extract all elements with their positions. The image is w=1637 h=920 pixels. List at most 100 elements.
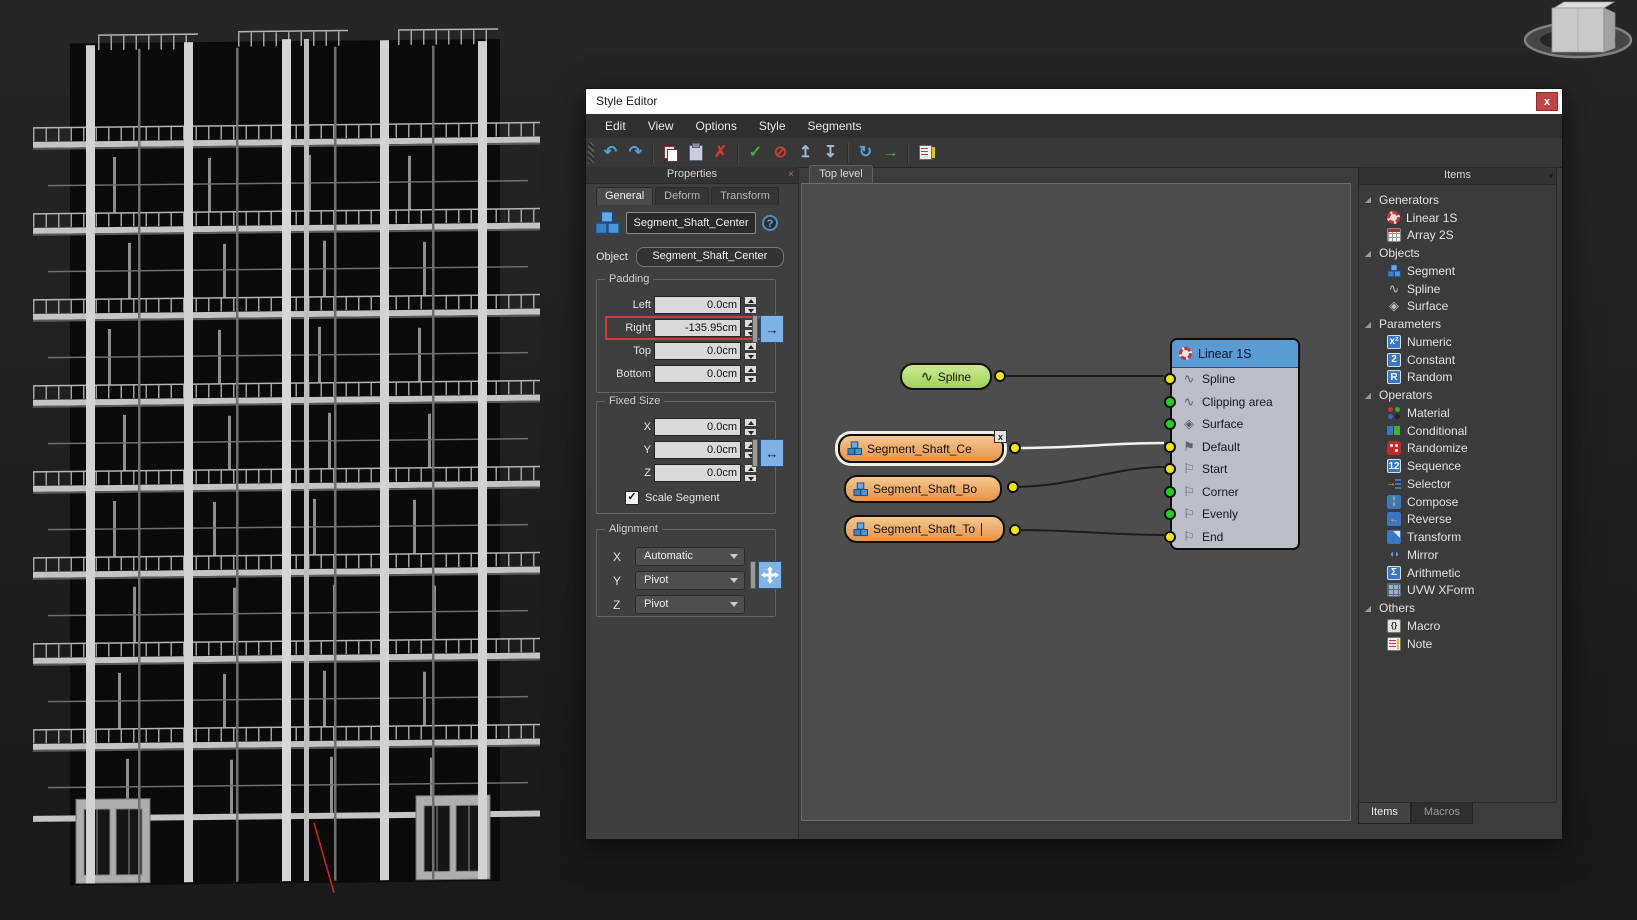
menu-segments[interactable]: Segments xyxy=(797,115,873,138)
tree-item-random[interactable]: RRandom xyxy=(1363,369,1556,387)
window-titlebar[interactable]: Style Editor x xyxy=(586,89,1562,114)
tab-transform[interactable]: Transform xyxy=(711,187,779,205)
node-segment-shaft-bottom[interactable]: Segment_Shaft_Bo xyxy=(844,475,1002,503)
segment-center-output-port[interactable] xyxy=(1009,442,1021,454)
tree-item-randomize[interactable]: Randomize xyxy=(1363,440,1556,458)
tree-item-selector[interactable]: Selector xyxy=(1363,475,1556,493)
tree-item-array-2s[interactable]: Array 2S xyxy=(1363,227,1556,245)
sync-button[interactable]: ↻ xyxy=(854,141,877,164)
tree-group-operators[interactable]: ◢Operators xyxy=(1363,386,1556,404)
corner-input-port[interactable] xyxy=(1164,486,1176,498)
node-spline[interactable]: ∿ Spline xyxy=(900,363,992,390)
tab-general[interactable]: General xyxy=(596,187,653,205)
paste-button[interactable] xyxy=(684,141,707,164)
viewcube[interactable] xyxy=(1518,0,1637,72)
spline-output-port[interactable] xyxy=(994,370,1006,382)
align-y-dropdown[interactable]: Pivot xyxy=(635,571,745,590)
canvas-tab-top-level[interactable]: Top level xyxy=(809,165,873,183)
menu-view[interactable]: View xyxy=(637,115,685,138)
linear-1s-header[interactable]: Linear 1S xyxy=(1172,340,1298,368)
clipping-area-input-port[interactable] xyxy=(1164,396,1176,408)
panel-collapse-icon[interactable]: ▾ xyxy=(1548,169,1553,184)
undo-button[interactable]: ↶ xyxy=(599,141,622,164)
tree-item-mirror[interactable]: ◖◗Mirror xyxy=(1363,546,1556,564)
move-bottom-button[interactable]: ↧ xyxy=(819,141,842,164)
node-canvas[interactable]: ∿ Spline Segment_Shaft_Ce x xyxy=(801,183,1351,821)
padding-left-spinner[interactable] xyxy=(744,296,757,314)
tree-item-macro[interactable]: {}Macro xyxy=(1363,617,1556,635)
padding-top-input[interactable]: 0.0cm xyxy=(654,342,741,360)
help-button[interactable]: ? xyxy=(762,215,778,231)
node-close-icon[interactable]: x xyxy=(994,430,1007,443)
size-y-input[interactable]: 0.0cm xyxy=(654,441,741,459)
align-z-dropdown[interactable]: Pivot xyxy=(635,595,745,614)
padding-top-spinner[interactable] xyxy=(744,342,757,360)
properties-header[interactable]: Properties × xyxy=(586,167,798,184)
size-x-spinner[interactable] xyxy=(744,418,757,436)
expand-icon[interactable]: ◢ xyxy=(1363,604,1373,613)
expand-icon[interactable]: ◢ xyxy=(1363,249,1373,258)
items-header[interactable]: Items ▾ xyxy=(1359,168,1556,185)
end-input-port[interactable] xyxy=(1164,531,1176,543)
tree-item-note[interactable]: Note xyxy=(1363,635,1556,653)
tree-item-linear-1s[interactable]: Linear 1S xyxy=(1363,209,1556,227)
tree-group-objects[interactable]: ◢Objects xyxy=(1363,244,1556,262)
export-button[interactable]: → xyxy=(879,141,902,164)
tree-group-parameters[interactable]: ◢Parameters xyxy=(1363,315,1556,333)
node-segment-shaft-center[interactable]: Segment_Shaft_Ce x xyxy=(838,434,1004,463)
tree-item-material[interactable]: Material xyxy=(1363,404,1556,422)
tree-item-constant[interactable]: 2Constant xyxy=(1363,351,1556,369)
tree-item-segment[interactable]: Segment xyxy=(1363,262,1556,280)
menu-edit[interactable]: Edit xyxy=(594,115,637,138)
expand-icon[interactable]: ◢ xyxy=(1363,195,1373,204)
padding-left-input[interactable]: 0.0cm xyxy=(654,296,741,314)
tab-deform[interactable]: Deform xyxy=(655,187,709,205)
redo-button[interactable]: ↷ xyxy=(624,141,647,164)
delete-button[interactable]: ✗ xyxy=(709,141,732,164)
tree-item-spline[interactable]: ∿Spline xyxy=(1363,280,1556,298)
expand-icon[interactable]: ◢ xyxy=(1363,320,1373,329)
object-picker-button[interactable]: Segment_Shaft_Center xyxy=(636,247,784,267)
node-linear-1s[interactable]: Linear 1S ∿ Spline ∿ Clipping area ◈ Sur… xyxy=(1170,338,1300,550)
menu-style[interactable]: Style xyxy=(748,115,797,138)
tree-item-transform[interactable]: Transform xyxy=(1363,528,1556,546)
tab-macros[interactable]: Macros xyxy=(1411,803,1473,824)
tree-item-conditional[interactable]: Conditional xyxy=(1363,422,1556,440)
align-x-dropdown[interactable]: Automatic xyxy=(635,547,745,566)
segment-top-output-port[interactable] xyxy=(1009,524,1021,536)
tree-item-sequence[interactable]: 12Sequence xyxy=(1363,457,1556,475)
padding-bottom-spinner[interactable] xyxy=(744,365,757,383)
fixed-size-mode-button[interactable]: ↔ xyxy=(752,439,784,467)
expand-icon[interactable]: ◢ xyxy=(1363,391,1373,400)
tree-item-surface[interactable]: ◈Surface xyxy=(1363,298,1556,316)
segment-name-input[interactable]: Segment_Shaft_Center xyxy=(626,212,756,234)
tree-item-numeric[interactable]: x²Numeric xyxy=(1363,333,1556,351)
move-top-button[interactable]: ↥ xyxy=(794,141,817,164)
discard-button[interactable]: ⊘ xyxy=(769,141,792,164)
properties-close-icon[interactable]: × xyxy=(788,167,794,182)
evenly-input-port[interactable] xyxy=(1164,508,1176,520)
toolbar-drag-handle[interactable] xyxy=(588,142,594,164)
window-close-button[interactable]: x xyxy=(1536,92,1558,111)
size-z-input[interactable]: 0.0cm xyxy=(654,464,741,482)
commit-button[interactable]: ✓ xyxy=(744,141,767,164)
surface-input-port[interactable] xyxy=(1164,418,1176,430)
segment-bottom-output-port[interactable] xyxy=(1007,481,1019,493)
default-input-port[interactable] xyxy=(1164,441,1176,453)
library-button[interactable] xyxy=(914,141,937,164)
scale-segment-checkbox[interactable]: ✓ xyxy=(625,491,639,505)
copy-button[interactable] xyxy=(659,141,682,164)
padding-mode-button[interactable]: → xyxy=(752,315,784,343)
padding-right-input[interactable]: -135.95cm xyxy=(654,319,741,337)
spline-input-port[interactable] xyxy=(1164,373,1176,385)
menu-options[interactable]: Options xyxy=(684,115,747,138)
tree-item-compose[interactable]: ¦Compose xyxy=(1363,493,1556,511)
tree-group-generators[interactable]: ◢Generators xyxy=(1363,191,1556,209)
size-x-input[interactable]: 0.0cm xyxy=(654,418,741,436)
node-segment-shaft-top[interactable]: Segment_Shaft_To xyxy=(844,515,1005,543)
tree-item-uvw-xform[interactable]: UVW XForm xyxy=(1363,582,1556,600)
start-input-port[interactable] xyxy=(1164,463,1176,475)
tree-group-others[interactable]: ◢Others xyxy=(1363,599,1556,617)
tree-item-arithmetic[interactable]: ΣArithmetic xyxy=(1363,564,1556,582)
tab-items[interactable]: Items xyxy=(1358,803,1411,824)
